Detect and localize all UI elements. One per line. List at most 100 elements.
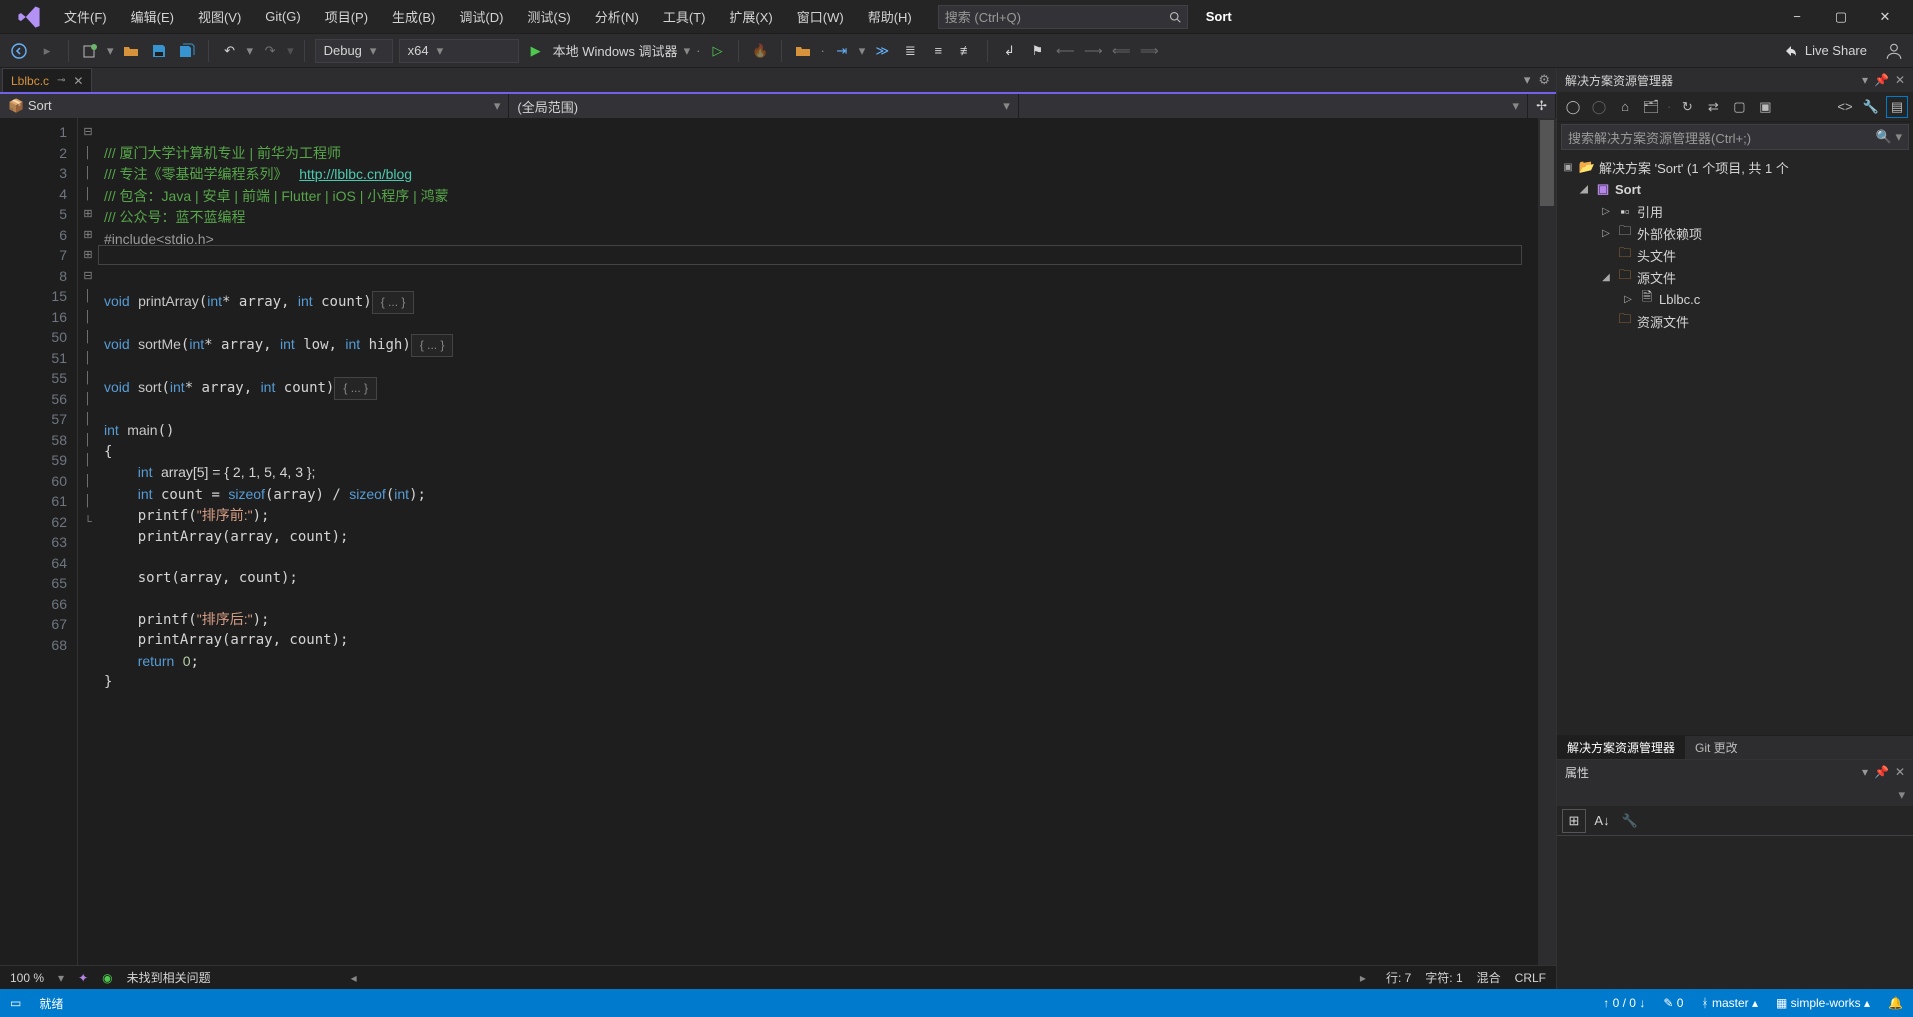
scope-func-combo[interactable]: (全局范围)▾ — [509, 94, 1018, 118]
code-editor[interactable]: /// 厦门大学计算机专业 | 前华为工程师 /// 专注《零基础学编程系列》 … — [98, 118, 1538, 965]
nav-back-button[interactable] — [8, 40, 30, 62]
scroll-right-button[interactable]: ▸ — [1354, 971, 1372, 985]
menu-project[interactable]: 项目(P) — [313, 3, 380, 30]
switch-views-icon[interactable]: 🗂 — [1641, 97, 1661, 117]
live-share-button[interactable]: Live Share — [1773, 43, 1877, 59]
properties-combo[interactable]: ▾ — [1557, 784, 1913, 806]
menu-git[interactable]: Git(G) — [253, 5, 312, 28]
tab-gear-icon[interactable]: ⚙ — [1538, 72, 1550, 88]
tree-headers[interactable]: 🗀头文件 — [1557, 244, 1913, 266]
global-search-input[interactable]: 搜索 (Ctrl+Q) — [938, 5, 1188, 29]
repo-indicator[interactable]: ▦ simple-works ▴ — [1776, 996, 1870, 1010]
tab-lblbc[interactable]: Lblbc.c ⊸ ✕ — [2, 68, 92, 92]
scroll-left-button[interactable]: ◂ — [345, 971, 363, 985]
tree-external-deps[interactable]: ▷🗀外部依赖项 — [1557, 222, 1913, 244]
menu-file[interactable]: 文件(F) — [52, 3, 119, 30]
filter-icon[interactable]: ⇄ — [1703, 97, 1723, 117]
wrench-icon[interactable]: 🔧 — [1861, 97, 1881, 117]
code-fold[interactable]: { ... } — [334, 377, 377, 400]
code-fold[interactable]: { ... } — [411, 334, 454, 357]
menu-tools[interactable]: 工具(T) — [651, 3, 718, 30]
branch-indicator[interactable]: ᚼ master ▴ — [1701, 996, 1758, 1010]
wrap-icon[interactable]: ↲ — [998, 40, 1020, 62]
pending-changes[interactable]: ✎ 0 — [1663, 996, 1683, 1010]
restore-button[interactable]: ▢ — [1833, 9, 1849, 25]
nav-forward-button[interactable]: ▸ — [36, 40, 58, 62]
open-file-button[interactable] — [120, 40, 142, 62]
tree-solution-root[interactable]: ▣📂解决方案 'Sort' (1 个项目, 共 1 个 — [1557, 156, 1913, 178]
bookmark-list-icon[interactable]: ⟸ — [1110, 40, 1132, 62]
props-wrench-icon[interactable]: 🔧 — [1619, 810, 1641, 832]
issues-label[interactable]: 未找到相关问题 — [127, 969, 211, 986]
scroll-minimap[interactable] — [1538, 118, 1556, 965]
output-icon[interactable]: ▭ — [10, 996, 21, 1010]
pin-icon[interactable]: ⊸ — [57, 75, 65, 86]
col-indicator[interactable]: 字符: 1 — [1425, 969, 1462, 986]
solution-search-input[interactable]: 搜索解决方案资源管理器(Ctrl+;) 🔍 ▾ — [1561, 124, 1909, 150]
bookmark-clear-icon[interactable]: ⟹ — [1138, 40, 1160, 62]
tab-solution-explorer[interactable]: 解决方案资源管理器 — [1557, 736, 1685, 759]
menu-view[interactable]: 视图(V) — [186, 3, 253, 30]
preview-icon[interactable]: ▤ — [1887, 97, 1907, 117]
menu-build[interactable]: 生成(B) — [380, 3, 447, 30]
panel-dropdown-icon[interactable]: ▾ — [1862, 73, 1868, 87]
indent-left-icon[interactable]: ≣ — [899, 40, 921, 62]
start-no-debug-button[interactable]: ▷ — [706, 40, 728, 62]
error-count[interactable]: ↑ 0 / 0 ↓ — [1603, 996, 1645, 1010]
alphabetical-icon[interactable]: A↓ — [1591, 810, 1613, 832]
scope-project-combo[interactable]: 📦 Sort▾ — [0, 94, 509, 118]
lightbulb-icon[interactable]: ✦ — [78, 971, 88, 985]
folder-icon[interactable] — [792, 40, 814, 62]
eol-indicator[interactable]: CRLF — [1515, 971, 1546, 985]
scroll-thumb[interactable] — [1540, 120, 1554, 206]
split-button[interactable]: ✢ — [1528, 94, 1556, 118]
debugger-label[interactable]: 本地 Windows 调试器 — [553, 41, 678, 60]
pin-icon[interactable]: 📌 — [1874, 765, 1889, 779]
close-icon[interactable]: ✕ — [1895, 765, 1905, 779]
home-icon[interactable]: ⌂ — [1615, 97, 1635, 117]
code-fold[interactable]: { ... } — [372, 291, 415, 314]
menu-help[interactable]: 帮助(H) — [856, 3, 924, 30]
bookmark-prev-icon[interactable]: ⟵ — [1054, 40, 1076, 62]
menu-analyze[interactable]: 分析(N) — [583, 3, 651, 30]
notifications-icon[interactable]: 🔔 — [1888, 996, 1903, 1010]
zoom-level[interactable]: 100 % — [10, 971, 44, 985]
start-debug-button[interactable]: ▶ — [525, 40, 547, 62]
indent-right-icon[interactable]: ≫ — [871, 40, 893, 62]
mode-indicator[interactable]: 混合 — [1477, 969, 1501, 986]
tree-resources[interactable]: 🗀资源文件 — [1557, 310, 1913, 332]
bookmark-next-icon[interactable]: ⟶ — [1082, 40, 1104, 62]
flame-icon[interactable]: 🔥 — [749, 40, 771, 62]
uncomment-icon[interactable]: ≢ — [955, 40, 977, 62]
undo-button[interactable]: ↶ — [219, 40, 241, 62]
tab-git-changes[interactable]: Git 更改 — [1685, 736, 1748, 759]
new-item-button[interactable] — [79, 40, 101, 62]
close-button[interactable]: ✕ — [1877, 9, 1893, 25]
bookmark-icon[interactable]: ⚑ — [1026, 40, 1048, 62]
back-icon[interactable]: ◯ — [1563, 97, 1583, 117]
config-combo[interactable]: Debug▾ — [315, 39, 393, 63]
categorized-icon[interactable]: ⊞ — [1563, 810, 1585, 832]
menu-extensions[interactable]: 扩展(X) — [717, 3, 784, 30]
save-button[interactable] — [148, 40, 170, 62]
code-icon[interactable]: <> — [1835, 97, 1855, 117]
refresh-icon[interactable]: ↻ — [1677, 97, 1697, 117]
account-icon[interactable] — [1883, 40, 1905, 62]
comment-icon[interactable]: ≡ — [927, 40, 949, 62]
menu-test[interactable]: 测试(S) — [515, 3, 582, 30]
platform-combo[interactable]: x64▾ — [399, 39, 519, 63]
menu-debug[interactable]: 调试(D) — [447, 3, 515, 30]
step-out-icon[interactable]: ⇥ — [831, 40, 853, 62]
tree-file-lblbc[interactable]: ▷🗎Lblbc.c — [1557, 288, 1913, 310]
line-indicator[interactable]: 行: 7 — [1386, 969, 1411, 986]
pin-icon[interactable]: 📌 — [1874, 73, 1889, 87]
redo-button[interactable]: ↷ — [259, 40, 281, 62]
close-icon[interactable]: ✕ — [1895, 73, 1905, 87]
panel-dropdown-icon[interactable]: ▾ — [1862, 765, 1868, 779]
minimize-button[interactable]: − — [1789, 9, 1805, 25]
tree-sources[interactable]: ◢🗀源文件 — [1557, 266, 1913, 288]
tree-project[interactable]: ◢▣Sort — [1557, 178, 1913, 200]
code-link[interactable]: http://lblbc.cn/blog — [299, 166, 412, 182]
tab-overflow-icon[interactable]: ▾ — [1524, 72, 1531, 88]
save-all-button[interactable] — [176, 40, 198, 62]
